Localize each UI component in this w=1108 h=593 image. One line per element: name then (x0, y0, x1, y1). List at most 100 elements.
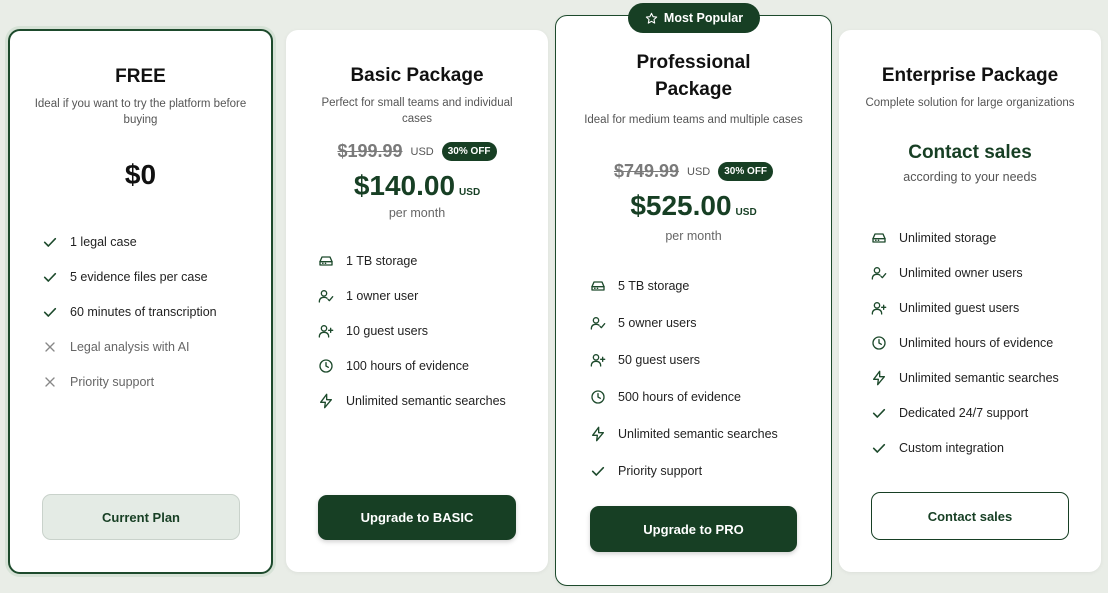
original-price-row: $199.99 USD 30% OFF (286, 141, 548, 162)
plan-description: Ideal if you want to try the platform be… (34, 98, 247, 126)
plan-price: $140.00 (353, 170, 456, 201)
feature-text: Custom integration (899, 440, 1004, 455)
clock-icon (590, 389, 606, 405)
original-currency: USD (687, 165, 711, 178)
storage-icon (318, 253, 334, 269)
feature-item: 1 TB storage (318, 243, 506, 278)
plan-card-pro: Most Popular Professional Package Ideal … (555, 3, 832, 586)
feature-item: Priority support (42, 364, 217, 399)
plan-price: $525.00 (630, 190, 732, 221)
feature-text: Unlimited guest users (899, 300, 1020, 315)
clock-icon (318, 358, 334, 374)
contact-subtext: according to your needs (903, 170, 1037, 184)
feature-list: 1 legal case 5 evidence files per case 60 … (42, 224, 217, 399)
check-icon (590, 463, 606, 479)
feature-item: Dedicated 24/7 support (871, 395, 1059, 430)
star-icon (645, 12, 658, 24)
plan-description: Complete solution for large organization… (865, 97, 1075, 109)
feature-text: 100 hours of evidence (346, 358, 470, 373)
feature-item: Unlimited hours of evidence (871, 325, 1059, 360)
feature-text: Unlimited semantic searches (899, 370, 1059, 385)
feature-item: Unlimited semantic searches (590, 415, 778, 452)
user-plus-icon (318, 323, 334, 339)
feature-item: 50 guest users (590, 341, 778, 378)
user-check-icon (590, 315, 606, 331)
contact-sales-button[interactable]: Contact sales (871, 492, 1069, 540)
plan-description: Ideal for medium teams and multiple case… (584, 114, 803, 126)
storage-icon (871, 230, 887, 246)
feature-text: Unlimited hours of evidence (899, 335, 1054, 350)
original-price: $749.99 (613, 161, 680, 181)
price-row: $525.00 USD (556, 190, 831, 222)
check-icon (42, 234, 58, 250)
feature-text: 1 owner user (346, 288, 419, 303)
feature-text: 5 TB storage (618, 278, 690, 293)
feature-text: 1 legal case (70, 234, 137, 249)
badge-label: Most Popular (663, 11, 744, 25)
feature-item: 500 hours of evidence (590, 378, 778, 415)
check-icon (42, 304, 58, 320)
feature-text: Dedicated 24/7 support (899, 405, 1029, 420)
x-icon (42, 339, 58, 355)
most-popular-badge: Most Popular (628, 3, 760, 33)
feature-item: 5 evidence files per case (42, 259, 217, 294)
x-icon (42, 374, 58, 390)
feature-text: 10 guest users (346, 323, 428, 338)
feature-item: Priority support (590, 452, 778, 489)
feature-text: Unlimited semantic searches (618, 426, 778, 441)
feature-item: 10 guest users (318, 313, 506, 348)
plan-card-enterprise: Enterprise Package Complete solution for… (839, 30, 1101, 572)
discount-badge: 30% OFF (718, 162, 774, 181)
feature-text: Priority support (70, 374, 155, 389)
plan-card-basic: Basic Package Perfect for small teams an… (286, 30, 548, 572)
original-price-row: $749.99 USD 30% OFF (556, 161, 831, 182)
check-icon (871, 440, 887, 456)
feature-item: 100 hours of evidence (318, 348, 506, 383)
feature-item: Unlimited semantic searches (318, 383, 506, 418)
check-icon (42, 269, 58, 285)
price-currency: USD (459, 187, 481, 198)
plan-title: Enterprise Package (881, 65, 1059, 86)
storage-icon (590, 278, 606, 294)
billing-period: per month (665, 229, 722, 243)
user-check-icon (871, 265, 887, 281)
clock-icon (871, 335, 887, 351)
feature-list: Unlimited storage Unlimited owner users Un… (871, 220, 1059, 465)
user-check-icon (318, 288, 334, 304)
feature-item: 1 legal case (42, 224, 217, 259)
feature-text: 60 minutes of transcription (70, 304, 217, 319)
feature-text: 500 hours of evidence (618, 389, 742, 404)
feature-list: 5 TB storage 5 owner users 50 guest users 5… (590, 267, 778, 489)
plan-price: $0 (124, 159, 157, 190)
feature-text: Unlimited semantic searches (346, 393, 506, 408)
plan-title: FREE (115, 66, 166, 87)
feature-text: 1 TB storage (346, 253, 418, 268)
upgrade-pro-button[interactable]: Upgrade to PRO (590, 506, 797, 552)
plan-title-line-2: Package (654, 79, 733, 100)
feature-text: Unlimited owner users (899, 265, 1023, 280)
feature-text: Priority support (618, 463, 703, 478)
billing-period: per month (388, 206, 446, 220)
feature-text: Legal analysis with AI (70, 339, 190, 354)
user-plus-icon (871, 300, 887, 316)
check-icon (871, 405, 887, 421)
upgrade-basic-button[interactable]: Upgrade to BASIC (318, 495, 516, 540)
feature-item: 60 minutes of transcription (42, 294, 217, 329)
feature-text: Unlimited storage (899, 230, 997, 245)
contact-heading: Contact sales (908, 142, 1032, 163)
lightning-icon (871, 370, 887, 386)
feature-item: Unlimited owner users (871, 255, 1059, 290)
original-currency: USD (410, 145, 434, 158)
lightning-icon (318, 393, 334, 409)
plan-title-line-1: Professional (636, 52, 751, 73)
feature-text: 5 evidence files per case (70, 269, 208, 284)
lightning-icon (590, 426, 606, 442)
feature-list: 1 TB storage 1 owner user 10 guest users 10… (318, 243, 506, 418)
user-plus-icon (590, 352, 606, 368)
price-row: $140.00 USD (286, 170, 548, 202)
feature-item: Unlimited storage (871, 220, 1059, 255)
feature-item: Unlimited semantic searches (871, 360, 1059, 395)
original-price: $199.99 (337, 141, 403, 161)
feature-item: 5 owner users (590, 304, 778, 341)
current-plan-button[interactable]: Current Plan (42, 494, 240, 540)
